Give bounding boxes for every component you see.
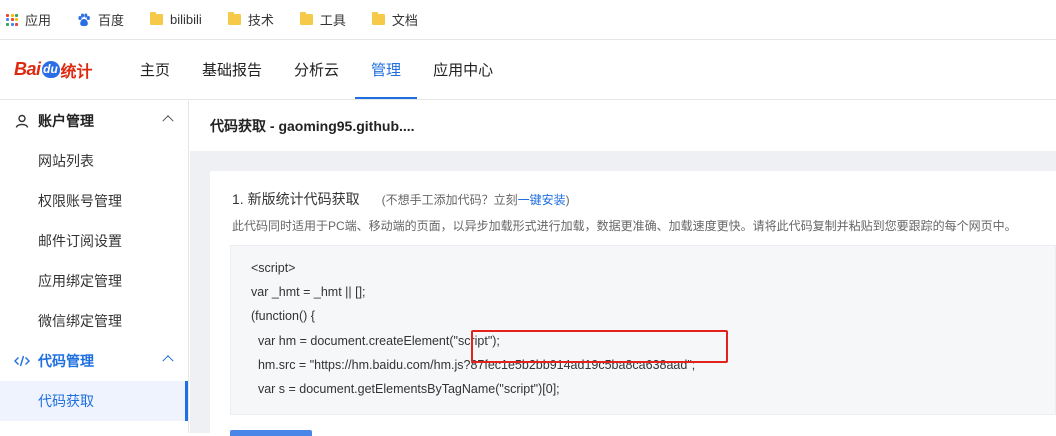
- logo-bai: Bai: [14, 59, 41, 79]
- sidebar-item-wechat-binding[interactable]: 微信绑定管理: [0, 301, 188, 341]
- bookmark-docs[interactable]: 文档: [371, 10, 418, 29]
- section-title: 1. 新版统计代码获取 (不想手工添加代码？立刻一键安装): [232, 189, 570, 209]
- bookmark-label: 工具: [319, 13, 346, 28]
- folder-icon: [227, 12, 241, 25]
- tracking-code-box[interactable]: <script> var _hmt = _hmt || []; (functio…: [230, 245, 1056, 415]
- code-description: 此代码同时适用于PC端、移动端的页面，以异步加载形式进行加载，数据更准确、加载速…: [232, 219, 1017, 233]
- hint-suffix: ): [565, 193, 570, 207]
- bookmark-label: 百度: [98, 13, 125, 28]
- bookmark-label: 文档: [391, 13, 418, 28]
- copy-code-button[interactable]: [230, 430, 312, 436]
- baidu-paw-icon: [77, 13, 91, 27]
- sidebar-group-label: 代码管理: [38, 353, 94, 369]
- nav-app-center[interactable]: 应用中心: [417, 40, 509, 99]
- main-content: 代码获取 - gaoming95.github.... 1. 新版统计代码获取 …: [190, 101, 1056, 436]
- code-line: var _hmt = _hmt || [];: [251, 285, 366, 299]
- sidebar-item-get-code[interactable]: 代码获取: [0, 381, 188, 421]
- folder-icon: [150, 12, 164, 25]
- user-icon: [14, 114, 30, 128]
- bookmark-apps[interactable]: 应用: [6, 10, 51, 29]
- code-icon: [14, 355, 30, 367]
- code-line: var s = document.getElementsByTagName("s…: [251, 382, 560, 396]
- sidebar-group-account[interactable]: 账户管理: [0, 101, 188, 141]
- bookmarks-bar: 应用 百度 bilibili 技术 工具 文档: [0, 0, 1056, 40]
- install-hint: (不想手工添加代码？立刻一键安装): [382, 191, 570, 208]
- page-title: 代码获取 - gaoming95.github....: [190, 101, 1056, 151]
- sidebar-item-permissions[interactable]: 权限账号管理: [0, 181, 188, 221]
- code-line: (function() {: [251, 309, 315, 323]
- sidebar-item-app-binding[interactable]: 应用绑定管理: [0, 261, 188, 301]
- hint-prefix: (不想手工添加代码？立刻: [381, 193, 518, 207]
- site-id-highlight-box: [471, 330, 728, 363]
- bookmark-label: bilibili: [170, 12, 202, 27]
- top-navigation: Bai du 统计 主页 基础报告 分析云 管理 应用中心: [0, 40, 1056, 100]
- nav-basic-reports[interactable]: 基础报告: [186, 40, 278, 99]
- folder-icon: [371, 12, 385, 25]
- sidebar-item-site-list[interactable]: 网站列表: [0, 141, 188, 181]
- bookmark-baidu[interactable]: 百度: [77, 10, 124, 29]
- chevron-up-icon: [162, 355, 174, 367]
- baidu-tongji-logo[interactable]: Bai du 统计: [0, 40, 124, 99]
- sidebar-group-label: 账户管理: [38, 113, 94, 129]
- bookmark-bilibili[interactable]: bilibili: [150, 12, 202, 27]
- code-line: <script>: [251, 261, 296, 275]
- bookmark-label: 技术: [247, 13, 274, 28]
- bookmark-tools[interactable]: 工具: [299, 10, 346, 29]
- logo-tongji: 统计: [60, 63, 93, 81]
- section-title-text: 1. 新版统计代码获取: [232, 191, 360, 207]
- chevron-up-icon: [162, 115, 174, 127]
- bookmark-label: 应用: [25, 13, 52, 28]
- bookmark-tech[interactable]: 技术: [227, 10, 274, 29]
- nav-management[interactable]: 管理: [355, 40, 418, 99]
- folder-icon: [299, 12, 313, 25]
- sidebar-group-code[interactable]: 代码管理: [0, 341, 188, 381]
- nav-home[interactable]: 主页: [124, 40, 186, 99]
- code-line: var hm = document.createElement("script"…: [251, 334, 500, 348]
- apps-grid-icon: [6, 13, 18, 26]
- sidebar: 账户管理 网站列表 权限账号管理 邮件订阅设置 应用绑定管理 微信绑定管理 代码…: [0, 101, 189, 433]
- nav-analytics-cloud[interactable]: 分析云: [278, 40, 355, 99]
- code-card: 1. 新版统计代码获取 (不想手工添加代码？立刻一键安装) 此代码同时适用于PC…: [210, 171, 1056, 436]
- sidebar-item-email-subscription[interactable]: 邮件订阅设置: [0, 221, 188, 261]
- one-click-install-link[interactable]: 一键安装: [518, 193, 566, 207]
- logo-du: du: [41, 61, 60, 78]
